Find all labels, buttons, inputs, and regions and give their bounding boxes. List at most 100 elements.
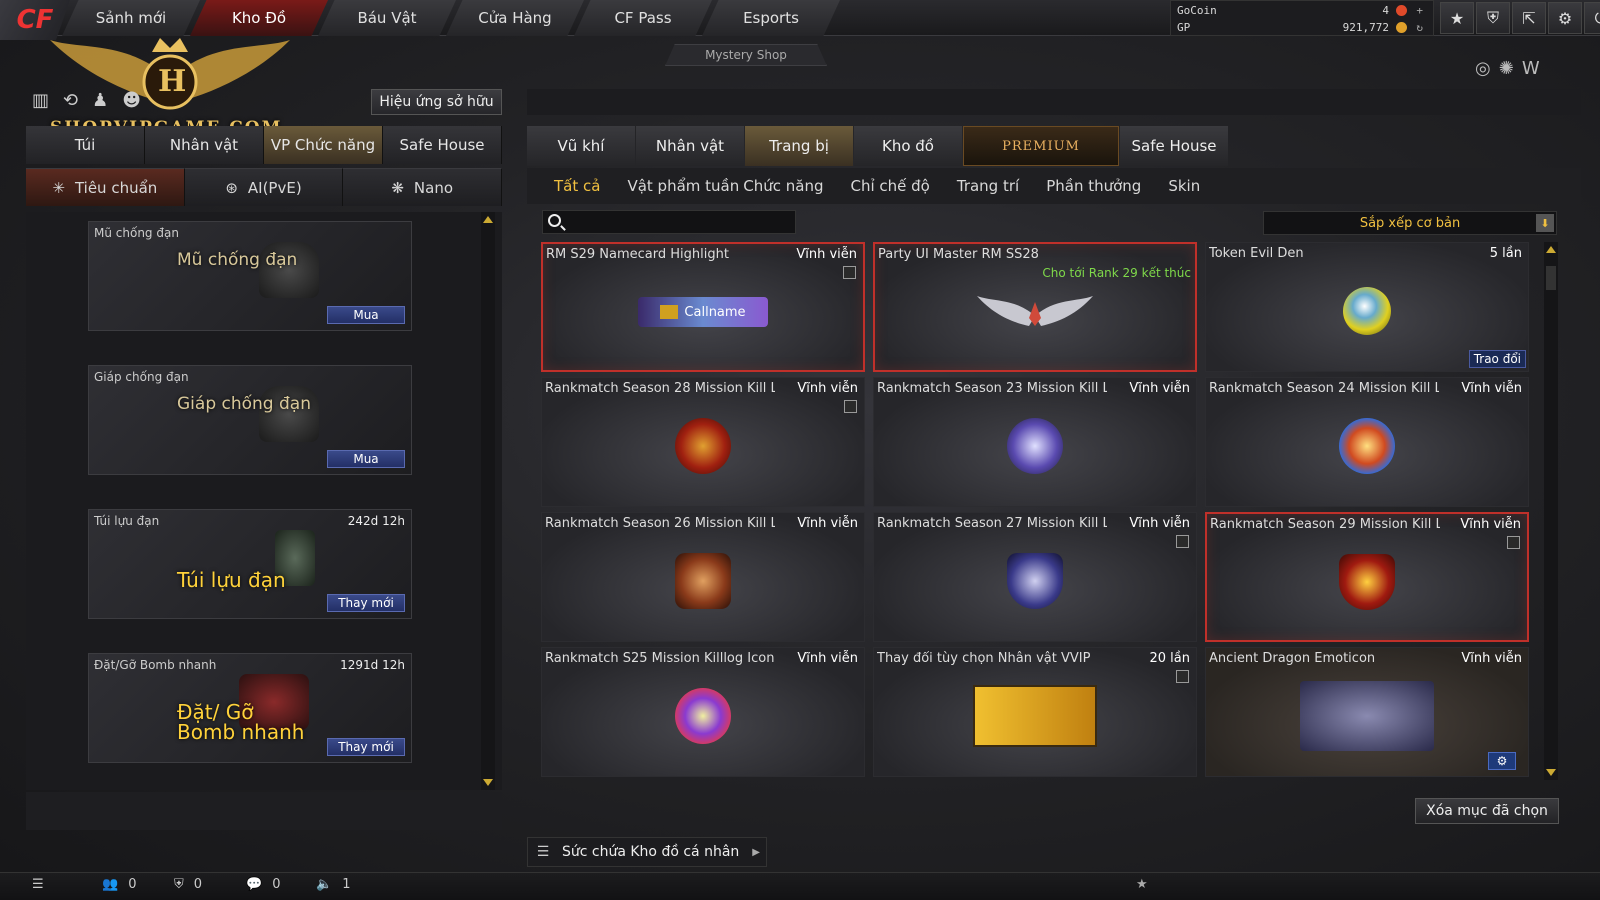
owned-effects-button[interactable]: Hiệu ứng sở hữu xyxy=(371,89,502,115)
nav-tab-inventory[interactable]: Kho Đồ xyxy=(190,0,328,36)
nav-tab-lobby[interactable]: Sảnh mới xyxy=(62,0,200,36)
item-card[interactable]: Rankmatch Season 28 Mission Kill L Vĩnh … xyxy=(541,377,865,507)
storage-capacity-button[interactable]: ☰ Sức chứa Kho đồ cá nhân ▶ xyxy=(527,837,767,867)
emote-icon[interactable]: ☻ xyxy=(122,90,141,111)
star-medal-icon xyxy=(1007,418,1063,474)
nav-tab-treasure[interactable]: Báu Vật xyxy=(318,0,456,36)
scroll-down-icon[interactable] xyxy=(483,779,493,786)
sort-dropdown[interactable]: Sắp xếp cơ bản ⬇ xyxy=(1263,211,1557,235)
subtab-standard[interactable]: ✳ Tiêu chuẩn xyxy=(26,168,185,206)
character-icon[interactable]: ♟ xyxy=(92,90,108,111)
ranking-icon[interactable]: ▥ xyxy=(32,90,49,111)
scroll-up-icon[interactable] xyxy=(483,216,493,223)
gp-value: 921,772 xyxy=(1342,21,1389,34)
subtab-ai-pve[interactable]: ⊛ AI(PvE) xyxy=(184,168,344,206)
left-quick-icons: ▥ ⟲ ♟ ☻ xyxy=(32,90,141,111)
trash-icon[interactable] xyxy=(1507,536,1520,549)
gear-icon[interactable]: ⚙ xyxy=(1488,752,1516,770)
menu-icon[interactable]: ☰ xyxy=(32,877,44,892)
scroll-up-icon[interactable] xyxy=(1546,246,1556,253)
chevron-right-icon: ▶ xyxy=(752,846,760,858)
tab-functional-items[interactable]: VP Chức năng xyxy=(264,126,383,164)
power-icon[interactable]: ⏻ xyxy=(1584,2,1600,34)
item-card[interactable]: RM S29 Namecard Highlight Vĩnh viễn Call… xyxy=(541,242,865,372)
trash-icon[interactable] xyxy=(1176,535,1189,548)
item-card[interactable]: Rankmatch Season 29 Mission Kill Lo Vĩnh… xyxy=(1205,512,1529,642)
tab-equipment[interactable]: Trang bị xyxy=(745,126,853,166)
trash-icon[interactable] xyxy=(1176,670,1189,683)
item-card[interactable]: Rankmatch Season 27 Mission Kill Lo Vĩnh… xyxy=(873,512,1197,642)
tab-storage[interactable]: Kho đồ xyxy=(854,126,962,166)
star-icon[interactable]: ★ xyxy=(1136,877,1148,892)
subtab-all[interactable]: Tất cả xyxy=(554,177,600,195)
item-card[interactable]: Token Evil Den 5 lần Trao đổi xyxy=(1205,242,1529,372)
target-icon[interactable]: ✺ xyxy=(1499,58,1514,79)
item-card[interactable]: Rankmatch Season 23 Mission Kill Lo Vĩnh… xyxy=(873,377,1197,507)
list-item[interactable]: Giáp chống đạn Giáp chống đạn Mua xyxy=(88,365,412,475)
shield-icon[interactable]: ⛨ xyxy=(1476,2,1510,34)
list-item[interactable]: Túi lựu đạn 242d 12h Túi lựu đạn Thay mớ… xyxy=(88,509,412,619)
search-input[interactable] xyxy=(542,210,796,234)
globe-icon[interactable]: ◎ xyxy=(1475,58,1491,79)
tab-bag[interactable]: Túi xyxy=(26,126,145,164)
subtab-rewards[interactable]: Phần thưởng xyxy=(1046,177,1141,195)
exit-icon[interactable]: ⇱ xyxy=(1512,2,1546,34)
subtab-mode-only[interactable]: Chỉ chế độ xyxy=(850,177,929,195)
main-nav: Sảnh mới Kho Đồ Báu Vật Cửa Hàng CF Pass… xyxy=(62,0,840,36)
subtab-skin[interactable]: Skin xyxy=(1168,177,1200,195)
list-item[interactable]: Đặt/Gỡ Bomb nhanh 1291d 12h Đặt/ Gỡ Bomb… xyxy=(88,653,412,763)
item-name: Ancient Dragon Emoticon xyxy=(1209,651,1376,666)
sort-arrow-icon[interactable]: ⬇ xyxy=(1536,214,1554,232)
item-name: Party UI Master RM SS28 xyxy=(878,247,1039,262)
item-card[interactable]: Rankmatch Season 24 Mission Kill Lo Vĩnh… xyxy=(1205,377,1529,507)
scroll-thumb[interactable] xyxy=(1546,266,1556,290)
subtab-decoration[interactable]: Trang trí xyxy=(957,177,1019,195)
renew-button[interactable]: Thay mới xyxy=(327,594,405,612)
trash-icon[interactable] xyxy=(843,266,856,279)
volume-status[interactable]: 🔈 1 xyxy=(316,877,350,892)
trash-icon[interactable] xyxy=(844,400,857,413)
item-card[interactable]: Thay đổi tùy chọn Nhân vật VVIP 20 lần xyxy=(873,647,1197,777)
right-scrollbar[interactable] xyxy=(1544,242,1558,780)
item-card[interactable]: Party UI Master RM SS28 Cho tới Rank 29 … xyxy=(873,242,1197,372)
add-coin-icon[interactable]: + xyxy=(1416,4,1423,17)
scroll-down-icon[interactable] xyxy=(1546,769,1556,776)
tab-safe-house-right[interactable]: Safe House xyxy=(1120,126,1228,166)
item-card[interactable]: Rankmatch S25 Mission Killlog Icon Vĩnh … xyxy=(541,647,865,777)
status-bar: ☰ 👥 0 ⛨ 0 💬 0 🔈 1 ★ xyxy=(0,872,1600,900)
tab-safe-house[interactable]: Safe House xyxy=(383,126,502,164)
subtab-function[interactable]: Chức năng xyxy=(743,177,823,195)
list-item[interactable]: Mũ chống đạn Mũ chống đạn Mua xyxy=(88,221,412,331)
buy-button[interactable]: Mua xyxy=(327,450,405,468)
gear-icon[interactable]: ⚙ xyxy=(1548,2,1582,34)
left-scrollbar[interactable] xyxy=(481,212,495,790)
tab-character[interactable]: Nhân vật xyxy=(145,126,264,164)
item-card[interactable]: Ancient Dragon Emoticon Vĩnh viễn ⚙ xyxy=(1205,647,1529,777)
buy-button[interactable]: Mua xyxy=(327,306,405,324)
clan-status[interactable]: ⛨ 0 xyxy=(174,877,202,892)
nav-tab-shop[interactable]: Cửa Hàng xyxy=(446,0,584,36)
history-icon[interactable]: ⟲ xyxy=(63,90,78,111)
w-logo-icon[interactable]: W xyxy=(1522,58,1540,79)
tab-weapons[interactable]: Vũ khí xyxy=(527,126,635,166)
star-icon[interactable]: ★ xyxy=(1440,2,1474,34)
renew-button[interactable]: Thay mới xyxy=(327,738,405,756)
subtab-weekly[interactable]: Vật phẩm tuần xyxy=(627,177,739,195)
mystery-shop-button[interactable]: Mystery Shop xyxy=(665,44,827,66)
search-field[interactable] xyxy=(569,213,789,231)
item-card[interactable]: Rankmatch Season 26 Mission Kill Lo Vĩnh… xyxy=(541,512,865,642)
gp-row: GP 921,772 ↻ xyxy=(1177,19,1425,36)
silver-shield-icon xyxy=(1007,553,1063,609)
tab-characters[interactable]: Nhân vật xyxy=(636,126,744,166)
item-art-text: Đặt/ Gỡ Bomb nhanh xyxy=(177,700,305,744)
nav-tab-esports[interactable]: Esports xyxy=(702,0,840,36)
exchange-button[interactable]: Trao đổi xyxy=(1468,350,1526,368)
chat-icon: 💬 xyxy=(246,877,263,892)
nav-tab-cf-pass[interactable]: CF Pass xyxy=(574,0,712,36)
tab-premium[interactable]: PREMIUM xyxy=(963,126,1119,166)
chat-status[interactable]: 💬 0 xyxy=(246,877,280,892)
delete-selected-button[interactable]: Xóa mục đã chọn xyxy=(1415,798,1559,824)
subtab-nano[interactable]: ❋ Nano xyxy=(343,168,503,206)
friends-status[interactable]: 👥 0 xyxy=(102,877,136,892)
refresh-icon[interactable]: ↻ xyxy=(1416,21,1423,34)
